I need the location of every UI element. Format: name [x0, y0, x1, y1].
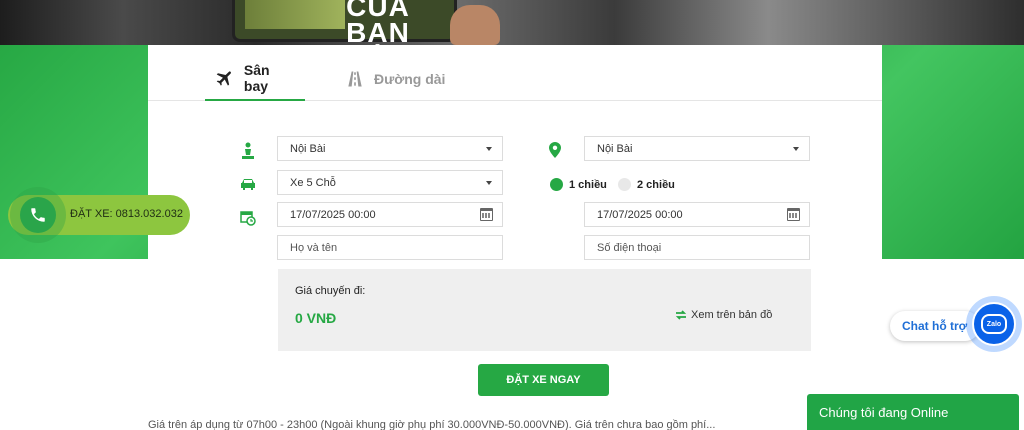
chevron-down-icon: [486, 147, 492, 151]
price-note-text: Giá trên áp dụng từ 07h00 - 23h00 (Ngoài…: [148, 419, 716, 430]
radio-dot-selected: [550, 178, 563, 191]
radio-one-way-label: 1 chiều: [569, 178, 607, 191]
name-input[interactable]: Họ và tên: [277, 235, 503, 260]
tab-long-distance-label: Đường dài: [374, 71, 446, 87]
vehicle-select[interactable]: Xe 5 Chỗ: [277, 170, 503, 195]
hero-banner: CỦA BẠN: [0, 0, 1024, 45]
chevron-down-icon: [793, 147, 799, 151]
swap-arrows-icon: [675, 310, 687, 320]
chevron-down-icon: [486, 181, 492, 185]
zalo-chat-button[interactable]: Zalo: [966, 296, 1022, 352]
location-pin-icon: [546, 141, 564, 159]
tab-long-distance[interactable]: Đường dài: [344, 57, 445, 101]
name-placeholder: Họ và tên: [290, 241, 338, 254]
depart-datetime-input[interactable]: 17/07/2025 00:00: [277, 202, 503, 227]
car-icon: [239, 175, 257, 193]
price-value: 0 VNĐ: [295, 310, 337, 326]
chat-support-label: Chat hỗ trợ: [902, 319, 968, 333]
price-label: Giá chuyến đi:: [295, 285, 366, 297]
phone-input[interactable]: Số điện thoại: [584, 235, 810, 260]
depart-datetime-value: 17/07/2025 00:00: [290, 208, 376, 221]
vehicle-value: Xe 5 Chỗ: [290, 176, 336, 189]
tab-bar: Sân bay Đường dài: [148, 45, 882, 101]
radio-round-trip[interactable]: 2 chiều: [618, 178, 675, 191]
calendar-clock-icon: [239, 209, 257, 227]
hero-headline: CỦA BẠN: [338, 0, 418, 45]
calendar-icon[interactable]: [480, 208, 493, 221]
view-map-link[interactable]: Xem trên bản đồ: [675, 309, 772, 321]
pickup-value: Nội Bài: [290, 142, 326, 155]
page: CỦA BẠN Sân bay Đường dài Nội Bài Xe 5 C…: [0, 0, 1024, 430]
hero-headline-line2: BẠN: [346, 17, 410, 46]
radio-one-way[interactable]: 1 chiều: [550, 178, 607, 191]
return-datetime-value: 17/07/2025 00:00: [597, 208, 683, 221]
book-now-button[interactable]: ĐẶT XE NGAY: [478, 364, 609, 396]
tab-airport[interactable]: Sân bay: [205, 57, 305, 101]
call-hotline-label: ĐẶT XE: 0813.032.032: [70, 208, 183, 220]
online-chat-bar[interactable]: Chúng tôi đang Online: [807, 394, 1019, 430]
calendar-icon[interactable]: [787, 208, 800, 221]
call-hotline-button[interactable]: ĐẶT XE: 0813.032.032: [8, 187, 190, 243]
hand-image: [450, 5, 500, 45]
price-box: Giá chuyến đi: 0 VNĐ Xem trên bản đồ: [278, 269, 811, 351]
pickup-select[interactable]: Nội Bài: [277, 136, 503, 161]
dropoff-value: Nội Bài: [597, 142, 633, 155]
airplane-icon: [215, 67, 236, 89]
phone-placeholder: Số điện thoại: [597, 241, 662, 254]
radio-round-trip-label: 2 chiều: [637, 178, 675, 191]
road-icon: [344, 68, 366, 90]
phone-icon: [20, 197, 56, 233]
zalo-icon: Zalo: [972, 302, 1016, 346]
return-datetime-input[interactable]: 17/07/2025 00:00: [584, 202, 810, 227]
zalo-bubble: Zalo: [981, 314, 1007, 334]
booking-card: Sân bay Đường dài Nội Bài Xe 5 Chỗ 17/07…: [148, 45, 882, 430]
person-icon: [239, 142, 257, 160]
radio-dot: [618, 178, 631, 191]
dropoff-select[interactable]: Nội Bài: [584, 136, 810, 161]
view-map-label: Xem trên bản đồ: [691, 309, 773, 321]
tab-airport-label: Sân bay: [243, 62, 270, 94]
